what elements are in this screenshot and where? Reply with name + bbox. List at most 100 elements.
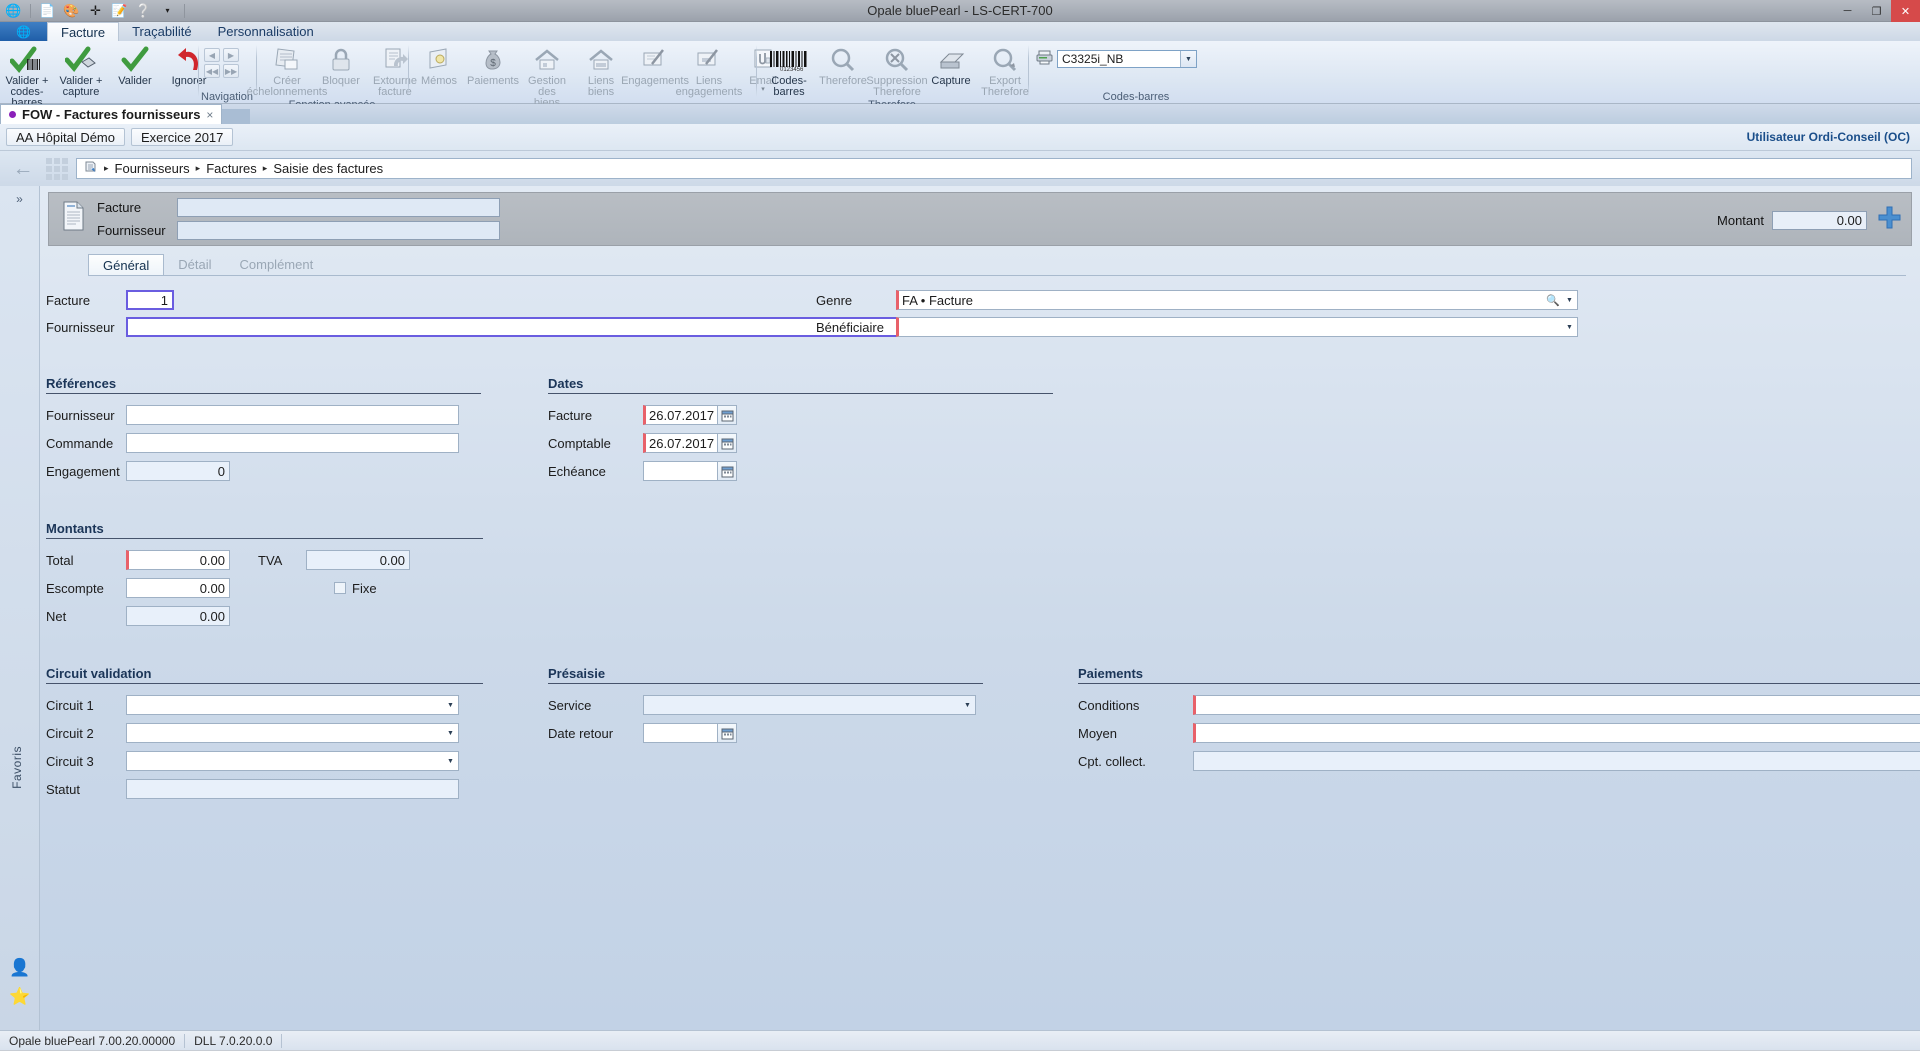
block-button[interactable]: Bloquer bbox=[314, 44, 368, 88]
header-fournisseur-input[interactable] bbox=[177, 221, 500, 240]
breadcrumb[interactable]: ▸ Fournisseurs ▸ Factures ▸ Saisie des f… bbox=[76, 158, 1912, 179]
breadcrumb-item-fournisseurs[interactable]: Fournisseurs bbox=[115, 161, 190, 176]
barcode-button[interactable]: 0123456 Codes-barres bbox=[762, 44, 816, 99]
close-icon[interactable]: × bbox=[206, 108, 213, 122]
date-facture-input[interactable]: 26.07.2017 bbox=[643, 405, 718, 425]
therefore-delete-button[interactable]: Suppression Therefore bbox=[866, 44, 928, 99]
capture-button[interactable]: Capture bbox=[924, 44, 978, 88]
therefore-export-button[interactable]: Export Therefore bbox=[978, 44, 1032, 99]
ribbon-tab-tracabilite[interactable]: Traçabilité bbox=[119, 22, 204, 41]
maximize-button[interactable]: ❐ bbox=[1862, 0, 1891, 22]
breadcrumb-item-factures[interactable]: Factures bbox=[206, 161, 257, 176]
tva-input[interactable]: 0.00 bbox=[306, 550, 410, 570]
tab-overflow-placeholder[interactable] bbox=[222, 109, 251, 124]
add-record-button[interactable] bbox=[1875, 204, 1903, 236]
calendar-icon[interactable] bbox=[718, 405, 737, 425]
calendar-icon[interactable] bbox=[718, 461, 737, 481]
moyen-select[interactable]: ▼ bbox=[1193, 723, 1920, 743]
printer-select[interactable]: C3325i_NB ▼ bbox=[1057, 50, 1197, 68]
ribbon-tab-personnalisation[interactable]: Personnalisation bbox=[205, 22, 327, 41]
genre-select[interactable]: FA • Facture 🔍 ▼ bbox=[896, 290, 1578, 310]
tab-complement[interactable]: Complément bbox=[226, 254, 328, 275]
new-document-icon[interactable]: 📄 bbox=[38, 1, 57, 20]
field-row-service: Service ▼ bbox=[548, 695, 983, 715]
date-echeance-input[interactable] bbox=[643, 461, 718, 481]
help-icon[interactable]: ❔ bbox=[134, 1, 153, 20]
fixe-checkbox[interactable] bbox=[334, 582, 346, 594]
nav-last-icon[interactable]: ▶▶ bbox=[223, 64, 239, 78]
payments-button[interactable]: $ Paiements bbox=[466, 44, 520, 88]
chevron-down-icon[interactable]: ▼ bbox=[1562, 318, 1577, 336]
fixe-checkbox-row[interactable]: Fixe bbox=[230, 581, 377, 596]
assets-management-button[interactable]: Gestion des biens bbox=[520, 44, 574, 110]
chevron-down-icon[interactable]: ▼ bbox=[1180, 51, 1196, 67]
service-select[interactable]: ▼ bbox=[643, 695, 976, 715]
montant-value[interactable]: 0.00 bbox=[1772, 210, 1867, 230]
barcode-icon: 0123456 bbox=[768, 45, 810, 75]
color-wheel-icon[interactable]: 🎨 bbox=[62, 1, 81, 20]
nav-previous-icon[interactable]: ◀ bbox=[204, 48, 220, 62]
header-facture-input[interactable] bbox=[177, 198, 500, 217]
expand-rail-button[interactable]: » bbox=[0, 186, 39, 206]
favorites-label[interactable]: Favoris bbox=[10, 746, 24, 789]
header-facture-label: Facture bbox=[97, 200, 142, 215]
context-chip-entity[interactable]: AA Hôpital Démo bbox=[6, 128, 125, 146]
circuit1-select[interactable]: ▼ bbox=[126, 695, 459, 715]
total-input[interactable]: 0.00 bbox=[126, 550, 230, 570]
chevron-down-icon[interactable]: ▾ bbox=[158, 1, 177, 20]
chevron-down-icon[interactable]: ▼ bbox=[960, 696, 975, 714]
breadcrumb-item-saisie[interactable]: Saisie des factures bbox=[273, 161, 383, 176]
asset-links-button[interactable]: Liens biens bbox=[574, 44, 628, 99]
section-title: Montants bbox=[46, 521, 104, 536]
minimize-button[interactable]: ─ bbox=[1833, 0, 1862, 22]
engagement-input[interactable]: 0 bbox=[126, 461, 230, 481]
context-chip-exercise[interactable]: Exercice 2017 bbox=[131, 128, 234, 146]
calendar-icon[interactable] bbox=[718, 433, 737, 453]
chevron-down-icon[interactable]: ▼ bbox=[443, 752, 458, 770]
chevron-down-icon[interactable]: ▼ bbox=[1562, 291, 1577, 309]
grid-move-icon[interactable]: ✛ bbox=[86, 1, 105, 20]
create-schedule-button[interactable]: Créer échelonnements bbox=[247, 44, 327, 99]
back-arrow-icon[interactable]: ← bbox=[8, 157, 38, 181]
nav-next-icon[interactable]: ▶ bbox=[223, 48, 239, 62]
commande-input[interactable] bbox=[126, 433, 459, 453]
facture-input[interactable]: 1 bbox=[126, 290, 174, 310]
therefore-button[interactable]: Therefore bbox=[816, 44, 870, 88]
ribbon-tab-facture[interactable]: Facture bbox=[47, 22, 120, 41]
date-comptable-input[interactable]: 26.07.2017 bbox=[643, 433, 718, 453]
date-retour-label: Date retour bbox=[548, 725, 614, 741]
date-facture-label: Facture bbox=[548, 407, 593, 423]
close-button[interactable]: ✕ bbox=[1891, 0, 1920, 22]
tab-detail[interactable]: Détail bbox=[164, 254, 225, 275]
validate-capture-button[interactable]: Valider + capture bbox=[54, 44, 108, 99]
document-tab-fow[interactable]: FOW - Factures fournisseurs × bbox=[0, 104, 223, 124]
commitments-button[interactable]: Engagements bbox=[621, 44, 689, 88]
application-menu-button[interactable]: 🌐 bbox=[0, 22, 47, 41]
star-icon[interactable]: ⭐ bbox=[0, 987, 40, 1007]
search-icon[interactable]: 🔍 bbox=[1546, 291, 1560, 309]
circuit3-select[interactable]: ▼ bbox=[126, 751, 459, 771]
chevron-down-icon[interactable]: ▼ bbox=[443, 696, 458, 714]
ref-fournisseur-input[interactable] bbox=[126, 405, 459, 425]
conditions-select[interactable]: ▼ bbox=[1193, 695, 1920, 715]
memos-button[interactable]: Mémos bbox=[412, 44, 466, 88]
calendar-icon[interactable] bbox=[718, 723, 737, 743]
validate-barcode-button[interactable]: Valider + codes-barres bbox=[0, 44, 54, 110]
chevron-down-icon[interactable]: ▼ bbox=[443, 724, 458, 742]
beneficiaire-select[interactable]: ▼ bbox=[896, 317, 1578, 337]
grid-menu-icon[interactable] bbox=[46, 157, 68, 180]
statut-input[interactable] bbox=[126, 779, 459, 799]
nav-first-icon[interactable]: ◀◀ bbox=[204, 64, 220, 78]
net-input[interactable]: 0.00 bbox=[126, 606, 230, 626]
text-edit-icon[interactable]: 📝 bbox=[110, 1, 129, 20]
escompte-input[interactable]: 0.00 bbox=[126, 578, 230, 598]
divider bbox=[1078, 683, 1920, 684]
date-retour-input[interactable] bbox=[643, 723, 718, 743]
globe-icon[interactable]: 🌐 bbox=[4, 1, 23, 20]
validate-button[interactable]: Valider bbox=[108, 44, 162, 88]
cpt-collect-input[interactable] bbox=[1193, 751, 1920, 771]
user-icon[interactable]: 👤 bbox=[0, 958, 40, 978]
circuit2-select[interactable]: ▼ bbox=[126, 723, 459, 743]
commitment-links-button[interactable]: Liens engagements bbox=[676, 44, 742, 99]
tab-general[interactable]: Général bbox=[88, 254, 165, 275]
